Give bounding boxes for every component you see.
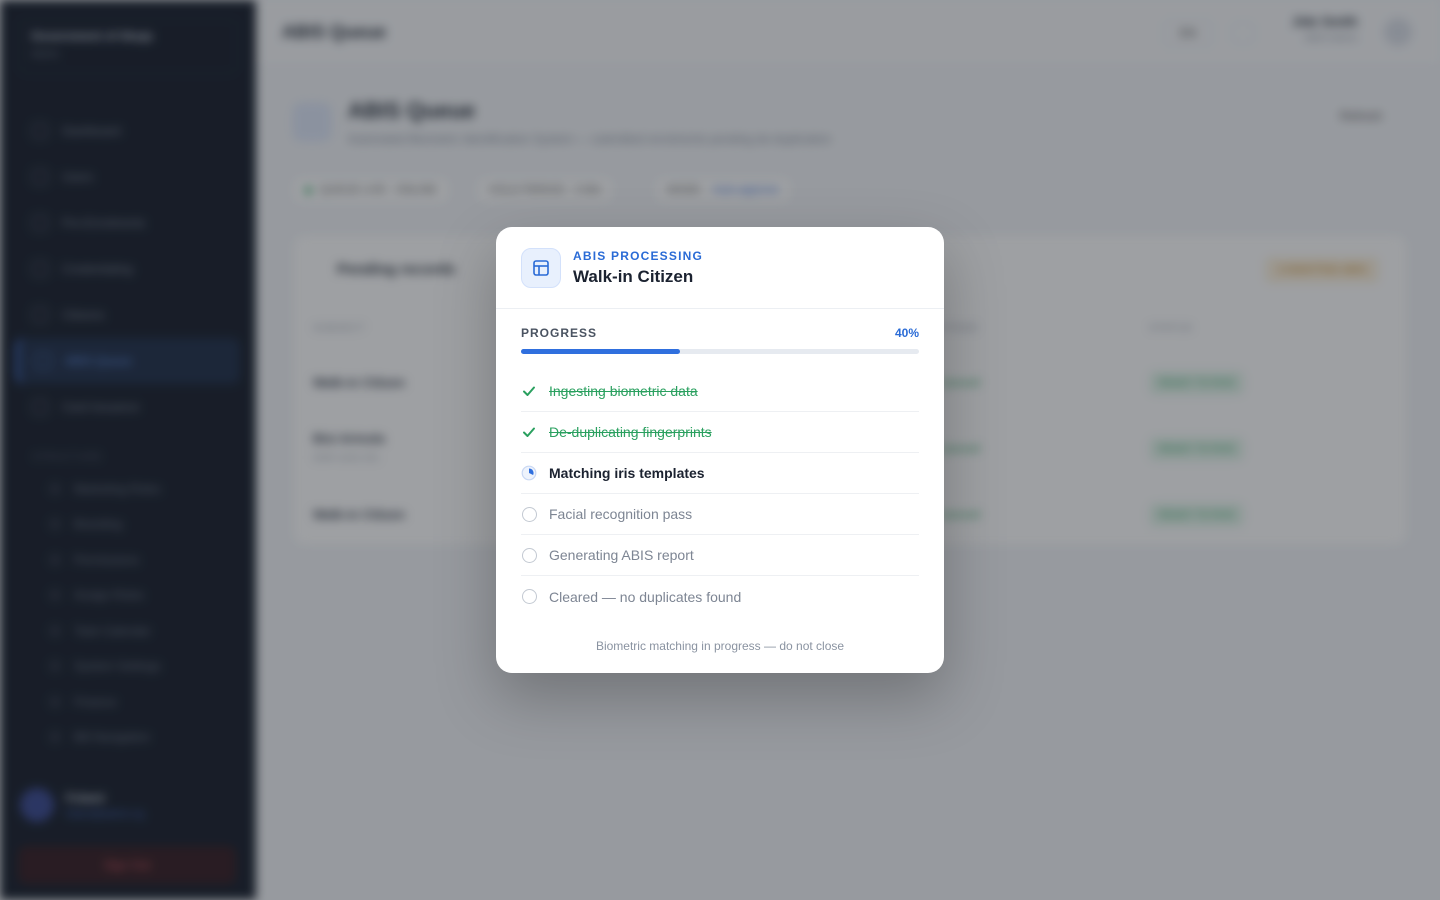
progress-bar [521, 349, 919, 354]
step-list: Ingesting biometric data De-duplicating … [521, 371, 919, 617]
progress-bar-fill [521, 349, 681, 354]
modal-title: Walk-in Citizen [573, 267, 694, 286]
step-label: Ingesting biometric data [549, 383, 698, 399]
circle-icon [521, 589, 537, 605]
circle-icon [521, 547, 537, 563]
step-label: Generating ABIS report [549, 547, 694, 563]
abis-processing-modal: ABIS PROCESSING Walk-in Citizen PROGRESS… [496, 227, 944, 673]
progress-label: PROGRESS [521, 326, 598, 340]
modal-kicker: ABIS PROCESSING [573, 249, 704, 263]
step-item: De-duplicating fingerprints [521, 412, 919, 453]
check-icon [521, 424, 537, 440]
step-item: Cleared — no duplicates found [521, 576, 919, 617]
step-label: Cleared — no duplicates found [549, 588, 742, 605]
step-label: De-duplicating fingerprints [549, 424, 712, 440]
step-label: Facial recognition pass [549, 506, 693, 522]
step-item: Matching iris templates [521, 453, 919, 494]
step-item: Facial recognition pass [521, 494, 919, 535]
modal-header: ABIS PROCESSING Walk-in Citizen [496, 227, 944, 309]
check-icon [521, 383, 537, 399]
progress-value: 40% [894, 326, 919, 340]
step-label: Matching iris templates [549, 465, 705, 481]
step-item: Ingesting biometric data [521, 371, 919, 412]
step-item: Generating ABIS report [521, 535, 919, 576]
circle-icon [521, 506, 537, 522]
modal-footer-note: Biometric matching in progress — do not … [595, 639, 845, 653]
table-icon [521, 248, 561, 288]
spinner-icon [521, 465, 537, 481]
